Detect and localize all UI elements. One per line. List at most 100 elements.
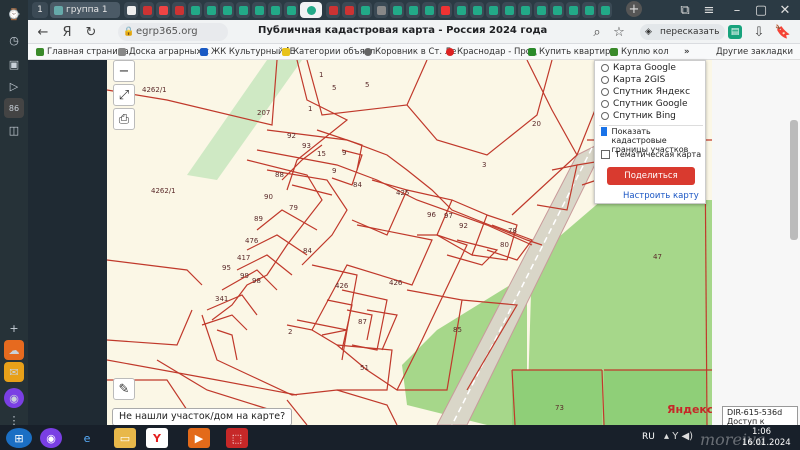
yandex-browser-icon[interactable]: Y (146, 428, 168, 448)
bookmark-item[interactable]: Главная страница (36, 46, 129, 58)
tab-active[interactable] (300, 2, 322, 18)
tab-mini[interactable] (422, 2, 436, 18)
taskbar: ⊞ ◉ e ▭ Y ▶ ⬚ RU ▴ Y ◀) 1:06 16.01.2024 (0, 425, 800, 450)
address-bar[interactable]: 🔒 egrp365.org (118, 23, 228, 41)
bookmarks-overflow[interactable]: » (684, 46, 690, 58)
tab-mini[interactable] (550, 2, 564, 18)
retell-button[interactable]: ◈ пересказать (640, 24, 726, 40)
layer-option[interactable]: Спутник Google (601, 99, 688, 109)
layer-option[interactable]: Спутник Яндекс (601, 87, 690, 97)
tab-mini[interactable] (518, 2, 532, 18)
tab-mini[interactable] (358, 2, 372, 18)
tab-mini[interactable] (172, 2, 186, 18)
mail-icon[interactable]: ✉ (4, 362, 24, 382)
search-icon[interactable]: ⌕ (588, 23, 606, 41)
screenshot-icon[interactable]: ◫ (4, 120, 24, 140)
alice-taskbar-icon[interactable]: ◉ (40, 428, 62, 448)
bookmark-item[interactable]: Купить квартиру (528, 46, 615, 58)
start-button[interactable]: ⊞ (6, 428, 32, 448)
tab-mini[interactable] (220, 2, 234, 18)
tab-mini[interactable] (374, 2, 388, 18)
bookmark-item[interactable]: Доска аграрных с (118, 46, 209, 58)
not-found-button[interactable]: Не нашли участок/дом на карте? (112, 408, 293, 426)
tab-mini[interactable] (454, 2, 468, 18)
scrollbar[interactable] (790, 120, 798, 240)
back-button[interactable]: ← (34, 23, 52, 41)
maximize-button[interactable]: ▢ (752, 1, 770, 19)
tab-group[interactable]: группа 1 (50, 2, 120, 18)
tab-mini[interactable] (390, 2, 404, 18)
share-link-button[interactable]: Поделиться ссылкой (607, 167, 695, 199)
tab-mini[interactable] (156, 2, 170, 18)
other-bookmarks-label: Другие закладки (716, 47, 794, 57)
alice-icon[interactable]: ◉ (4, 388, 24, 408)
tab-mini[interactable] (406, 2, 420, 18)
explorer-icon[interactable]: ▭ (114, 428, 136, 448)
new-tab-button[interactable]: + (626, 1, 642, 17)
parcel-label: 92 (287, 132, 296, 140)
tray-icons[interactable]: ▴ Y ◀) (664, 431, 693, 442)
tab-mini[interactable] (438, 2, 452, 18)
bookmark-item[interactable]: Коровник в Ст. Ле (364, 46, 456, 58)
parcel-label: 89 (254, 215, 263, 223)
tab-mini[interactable] (204, 2, 218, 18)
ie-icon[interactable]: e (76, 428, 98, 448)
site-icon (190, 5, 200, 15)
tab-counter[interactable]: 1 (32, 2, 48, 18)
tab-mini[interactable] (582, 2, 596, 18)
collections-icon[interactable]: ▣ (4, 54, 24, 74)
fullscreen-button[interactable]: ⤢ (113, 84, 135, 106)
extension-icon[interactable]: ▤ (728, 25, 742, 39)
tab-mini[interactable] (124, 2, 138, 18)
tab-mini[interactable] (566, 2, 580, 18)
bookmark-item[interactable]: ЖК Культурный [Е (200, 46, 295, 58)
layer-option[interactable]: Карта 2GIS (601, 75, 665, 85)
tab-mini[interactable] (470, 2, 484, 18)
tab-mini[interactable] (342, 2, 356, 18)
bookmark-menu-icon[interactable]: 🔖 (774, 23, 792, 41)
ruler-button[interactable]: ✎ (113, 378, 135, 400)
clock-icon[interactable]: ⌚ (4, 4, 24, 24)
configure-map-link[interactable]: Настроить карту (623, 191, 699, 201)
tab-mini[interactable] (598, 2, 612, 18)
other-bookmarks[interactable]: Другие закладки (716, 46, 793, 58)
yandex-button[interactable]: Я (58, 23, 76, 41)
add-icon[interactable]: + (4, 318, 24, 338)
bookmark-item[interactable]: Краснодар - Прод (446, 46, 537, 58)
lang-indicator[interactable]: RU (642, 432, 655, 442)
tab-mini[interactable] (534, 2, 548, 18)
bookmark-item[interactable]: Категории объявл (282, 46, 375, 58)
tab-mini[interactable] (284, 2, 298, 18)
minimize-button[interactable]: – (728, 1, 746, 19)
reload-button[interactable]: ↻ (82, 23, 100, 41)
tab-mini[interactable] (236, 2, 250, 18)
tab-mini[interactable] (326, 2, 340, 18)
favorite-icon[interactable]: ☆ (610, 23, 628, 41)
bookmark-item[interactable]: Куплю кол (610, 46, 669, 58)
print-button[interactable]: ⎙ (113, 108, 135, 130)
tab-mini[interactable] (140, 2, 154, 18)
media-icon[interactable]: ▷ (4, 76, 24, 96)
tab-mini[interactable] (188, 2, 202, 18)
menu-icon[interactable]: ≡ (700, 1, 718, 19)
green-belt (187, 60, 302, 180)
site-icon (286, 5, 296, 15)
layer-option[interactable]: Карта Google (601, 63, 676, 73)
zoom-out-button[interactable]: − (113, 60, 135, 82)
downloads-icon[interactable]: ⇩ (750, 23, 768, 41)
sidebar-badge[interactable]: 86 (4, 98, 24, 118)
tab-mini[interactable] (252, 2, 266, 18)
layer-option[interactable]: Спутник Bing (601, 111, 676, 121)
site-icon (222, 5, 232, 15)
close-window-button[interactable]: ✕ (776, 1, 794, 19)
media-player-icon[interactable]: ▶ (188, 428, 210, 448)
tab-mini[interactable] (502, 2, 516, 18)
tab-search-icon[interactable]: ⧉ (676, 1, 694, 19)
thematic-toggle[interactable]: Тематическая карта (601, 150, 701, 159)
pdf-icon[interactable]: ⬚ (226, 428, 248, 448)
site-icon (254, 5, 264, 15)
tab-mini[interactable] (268, 2, 282, 18)
cloud-icon[interactable]: ☁ (4, 340, 24, 360)
tab-mini[interactable] (486, 2, 500, 18)
history-icon[interactable]: ◷ (4, 30, 24, 50)
